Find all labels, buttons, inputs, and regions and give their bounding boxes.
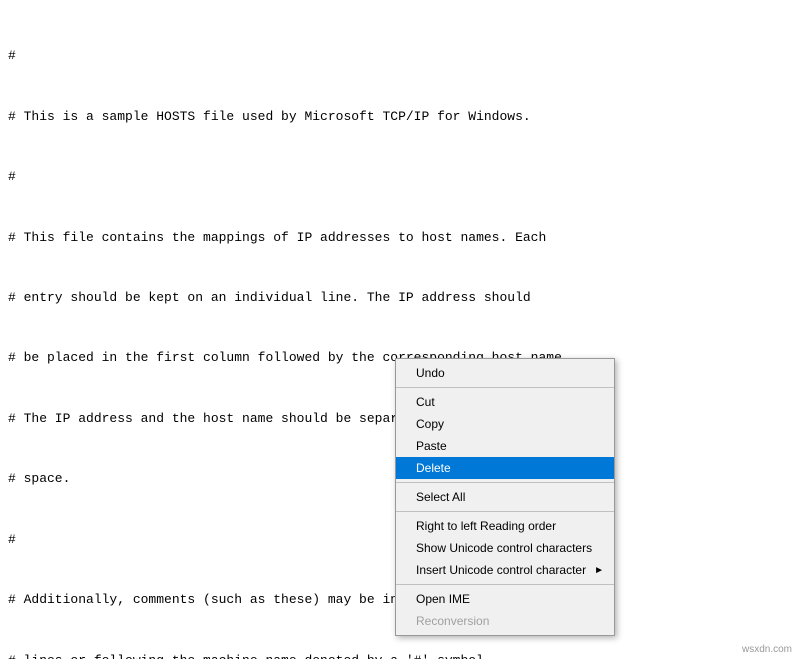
editor-line-0: # xyxy=(8,46,792,66)
menu-item-undo[interactable]: Undo xyxy=(396,362,614,384)
editor-line-1: # This is a sample HOSTS file used by Mi… xyxy=(8,107,792,127)
editor-line-2: # xyxy=(8,167,792,187)
submenu-arrow-icon: ► xyxy=(594,565,604,576)
menu-item-copy[interactable]: Copy xyxy=(396,413,614,435)
menu-item-reconversion[interactable]: Reconversion xyxy=(396,610,614,632)
menu-item-insert-unicode[interactable]: Insert Unicode control character ► xyxy=(396,559,614,581)
menu-item-open-ime[interactable]: Open IME xyxy=(396,588,614,610)
menu-item-paste[interactable]: Paste xyxy=(396,435,614,457)
editor-line-3: # This file contains the mappings of IP … xyxy=(8,228,792,248)
context-menu: Undo Cut Copy Paste Delete Select All Ri… xyxy=(395,358,615,636)
menu-item-delete[interactable]: Delete xyxy=(396,457,614,479)
editor-line-4: # entry should be kept on an individual … xyxy=(8,288,792,308)
menu-item-rtl[interactable]: Right to left Reading order xyxy=(396,515,614,537)
editor-line-10: # lines or following the machine name de… xyxy=(8,651,792,659)
menu-separator-4 xyxy=(396,584,614,585)
menu-item-cut[interactable]: Cut xyxy=(396,391,614,413)
menu-item-select-all[interactable]: Select All xyxy=(396,486,614,508)
menu-separator-1 xyxy=(396,387,614,388)
menu-separator-3 xyxy=(396,511,614,512)
menu-item-show-unicode[interactable]: Show Unicode control characters xyxy=(396,537,614,559)
menu-separator-2 xyxy=(396,482,614,483)
menu-item-insert-unicode-label: Insert Unicode control character xyxy=(416,563,586,577)
watermark: wsxdn.com xyxy=(742,644,792,655)
